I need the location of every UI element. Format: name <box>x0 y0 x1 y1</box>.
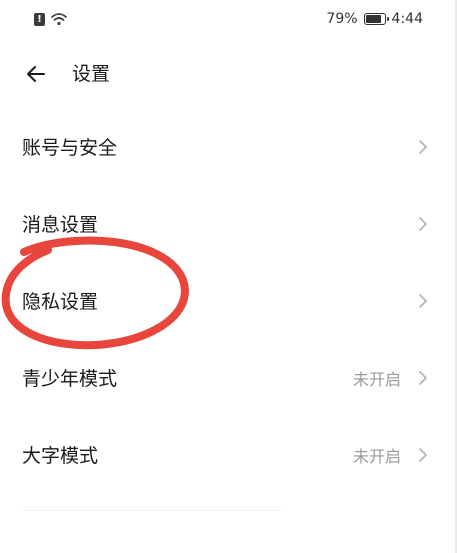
settings-list: 账号与安全 消息设置 隐私设置 青少年模式 未开启 大字模式 未开启 <box>0 108 457 493</box>
chevron-right-icon <box>419 293 427 308</box>
list-divider <box>22 510 282 511</box>
chevron-right-icon <box>419 370 427 385</box>
settings-item-teen-mode[interactable]: 青少年模式 未开启 <box>0 339 457 416</box>
chevron-right-icon <box>419 139 427 154</box>
settings-item-label: 隐私设置 <box>22 291 99 313</box>
arrow-left-icon <box>27 66 45 82</box>
settings-item-account-security[interactable]: 账号与安全 <box>0 108 457 185</box>
battery-percent: 79% <box>326 11 358 27</box>
settings-item-label: 账号与安全 <box>22 137 118 159</box>
back-button[interactable] <box>22 60 50 88</box>
settings-item-label: 消息设置 <box>22 214 99 236</box>
settings-screen: ! 79% 4:44 设置 账号与安全 消息设置 隐私设置 青少年模式 未开启 … <box>0 0 457 553</box>
settings-item-privacy[interactable]: 隐私设置 <box>0 262 457 339</box>
battery-icon <box>363 13 389 25</box>
settings-item-message[interactable]: 消息设置 <box>0 185 457 262</box>
chevron-right-icon <box>419 216 427 231</box>
sim-alert-icon: ! <box>34 12 45 26</box>
settings-item-label: 大字模式 <box>22 445 99 467</box>
status-left: ! <box>34 10 67 28</box>
page-title: 设置 <box>72 63 111 85</box>
battery-fill <box>365 15 382 23</box>
header-bar: 设置 <box>0 52 457 96</box>
settings-item-large-font[interactable]: 大字模式 未开启 <box>0 416 457 493</box>
status-right: 79% 4:44 <box>326 10 423 28</box>
settings-item-value: 未开启 <box>352 446 401 466</box>
status-bar: ! 79% 4:44 <box>0 0 457 38</box>
chevron-right-icon <box>419 447 427 462</box>
settings-item-label: 青少年模式 <box>22 368 118 390</box>
settings-item-value: 未开启 <box>352 369 401 389</box>
clock: 4:44 <box>391 11 423 27</box>
wifi-icon <box>51 13 67 26</box>
